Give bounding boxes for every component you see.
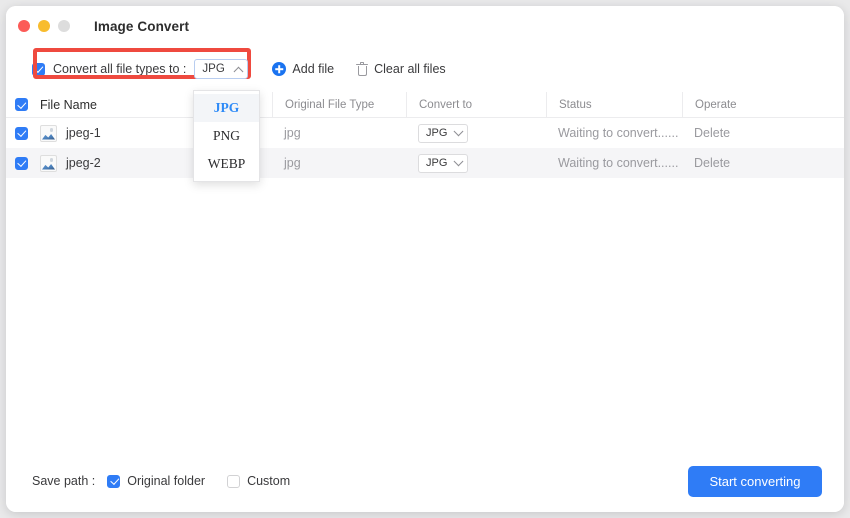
table-row[interactable]: jpeg-1 jpg JPG Waiting to convert...... … xyxy=(6,118,844,148)
add-file-button[interactable]: Add file xyxy=(272,62,334,76)
row-delete-button[interactable]: Delete xyxy=(682,118,844,148)
original-folder-label: Original folder xyxy=(127,474,206,488)
table-header-row: File Name Original File Type Convert to … xyxy=(6,91,844,118)
title-bar: Image Convert xyxy=(6,6,844,46)
minimize-button[interactable] xyxy=(38,20,50,32)
row-convert-to-cell: JPG xyxy=(406,148,546,178)
row-convert-to-value: JPG xyxy=(426,127,448,139)
footer-bar: Save path : Original folder Custom Start… xyxy=(6,450,844,512)
row-checkbox-cell xyxy=(6,118,36,148)
app-window: Image Convert Convert all file types to … xyxy=(6,6,844,512)
row-file-name: jpeg-1 xyxy=(66,126,101,140)
row-original-file-type: jpg xyxy=(284,126,301,140)
file-table: File Name Original File Type Convert to … xyxy=(6,91,844,178)
zoom-button[interactable] xyxy=(58,20,70,32)
trash-icon xyxy=(356,62,369,76)
global-type-value: JPG xyxy=(202,63,225,75)
close-button[interactable] xyxy=(18,20,30,32)
menu-item-png[interactable]: PNG xyxy=(194,122,259,150)
chevron-down-icon xyxy=(453,155,464,166)
global-type-select[interactable]: JPG xyxy=(194,59,249,79)
original-folder-option[interactable]: Original folder xyxy=(107,474,205,488)
row-checkbox-cell xyxy=(6,148,36,178)
custom-folder-label: Custom xyxy=(247,474,291,488)
header-original-file-type: Original File Type xyxy=(272,91,406,118)
start-converting-button[interactable]: Start converting xyxy=(688,465,822,497)
menu-item-webp[interactable]: WEBP xyxy=(194,150,259,178)
row-convert-to-value: JPG xyxy=(426,157,448,169)
menu-item-jpg[interactable]: JPG xyxy=(194,94,259,122)
header-operate: Operate xyxy=(682,91,844,118)
convert-all-label: Convert all file types to : xyxy=(53,62,187,76)
convert-all-checkbox[interactable] xyxy=(32,62,45,76)
row-checkbox[interactable] xyxy=(14,156,28,170)
row-file-name: jpeg-2 xyxy=(66,156,101,170)
row-convert-to-cell: JPG xyxy=(406,118,546,148)
custom-folder-option[interactable]: Custom xyxy=(227,474,290,488)
save-path-label: Save path : xyxy=(32,474,96,488)
row-checkbox[interactable] xyxy=(14,126,28,140)
window-controls xyxy=(18,20,70,32)
chevron-down-icon xyxy=(453,125,464,136)
row-convert-to-select[interactable]: JPG xyxy=(418,123,468,143)
row-convert-to-select[interactable]: JPG xyxy=(418,153,468,173)
select-all-checkbox-cell xyxy=(6,92,36,118)
empty-file-area xyxy=(6,178,844,478)
image-file-icon xyxy=(40,154,57,172)
clear-all-files-button[interactable]: Clear all files xyxy=(356,62,446,76)
original-folder-checkbox[interactable] xyxy=(107,474,121,488)
header-status: Status xyxy=(546,91,682,118)
row-status: Waiting to convert...... xyxy=(558,126,679,140)
chevron-up-icon xyxy=(233,66,244,77)
select-all-checkbox[interactable] xyxy=(14,98,28,111)
page-title: Image Convert xyxy=(94,18,190,34)
table-row[interactable]: jpeg-2 jpg JPG Waiting to convert...... … xyxy=(6,148,844,178)
row-original-file-type: jpg xyxy=(284,156,301,170)
row-status: Waiting to convert...... xyxy=(558,156,679,170)
row-delete-button[interactable]: Delete xyxy=(682,148,844,178)
plus-circle-icon xyxy=(272,62,287,76)
image-file-icon xyxy=(40,124,57,142)
type-dropdown-menu[interactable]: JPG PNG WEBP xyxy=(193,90,260,182)
clear-all-files-label: Clear all files xyxy=(374,62,446,76)
toolbar: Convert all file types to : JPG Add file… xyxy=(6,46,844,92)
custom-folder-checkbox[interactable] xyxy=(227,474,241,488)
header-convert-to: Convert to xyxy=(406,91,546,118)
add-file-label: Add file xyxy=(292,62,335,76)
